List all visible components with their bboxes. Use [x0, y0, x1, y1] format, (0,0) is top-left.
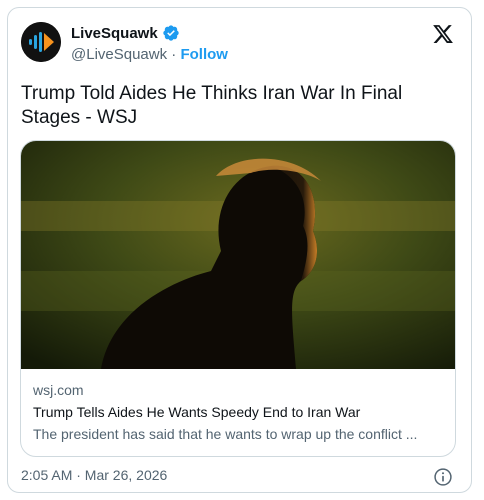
tweet-text: Trump Told Aides He Thinks Iran War In F… — [21, 83, 403, 128]
livesquawk-logo-icon — [21, 22, 61, 62]
link-headline: Trump Tells Aides He Wants Speedy End to… — [33, 404, 361, 420]
account-handle[interactable]: @LiveSquawk — [71, 46, 167, 63]
tweet-embed-card: LiveSquawk @LiveSquawk · Follow Trump To… — [7, 7, 472, 493]
account-name-row: LiveSquawk — [71, 23, 180, 43]
link-description: The president has said that he wants to … — [33, 426, 418, 442]
account-handle-row: @LiveSquawk · Follow — [71, 46, 228, 63]
account-name[interactable]: LiveSquawk — [71, 25, 158, 42]
separator: · — [167, 46, 181, 63]
verified-badge-icon — [163, 25, 179, 41]
tweet-timestamp[interactable]: 2:05 AM · Mar 26, 2026 — [21, 467, 167, 483]
info-icon[interactable] — [433, 467, 453, 487]
follow-button[interactable]: Follow — [180, 46, 228, 63]
link-meta: wsj.com Trump Tells Aides He Wants Speed… — [33, 381, 443, 443]
x-logo-icon[interactable] — [432, 23, 454, 45]
article-photo — [21, 141, 455, 369]
link-preview-card[interactable]: wsj.com Trump Tells Aides He Wants Speed… — [20, 140, 456, 457]
avatar[interactable] — [21, 22, 61, 62]
link-domain: wsj.com — [33, 382, 84, 398]
